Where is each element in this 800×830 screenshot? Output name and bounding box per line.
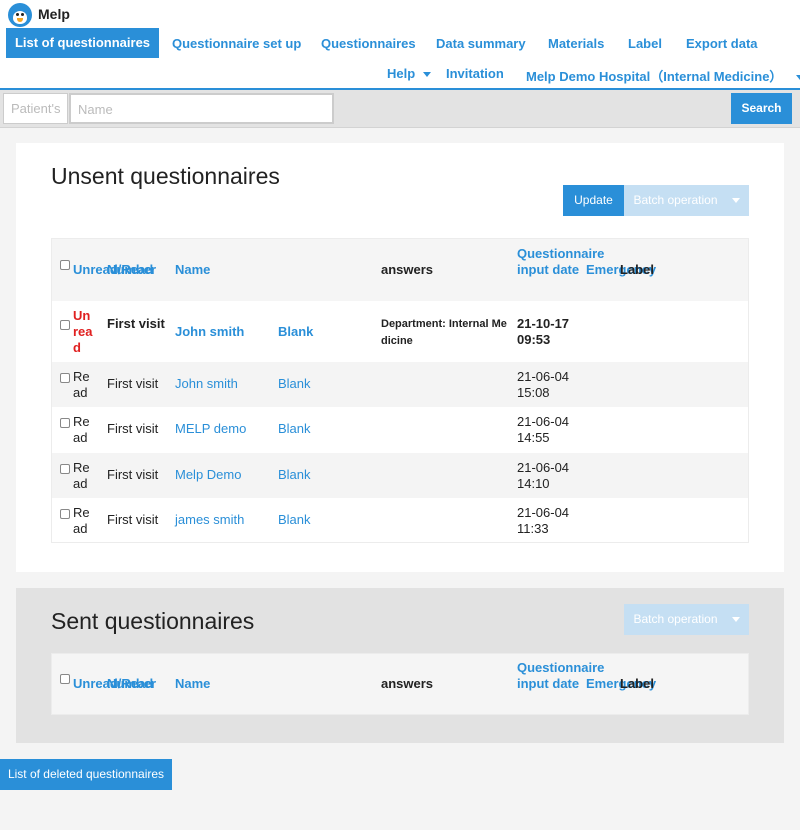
answer-link[interactable]: Blank [278,467,311,483]
caret-down-icon [731,617,740,623]
col-number[interactable]: Number [107,676,156,692]
row-checkbox[interactable] [60,464,70,474]
unsent-questionnaires-card: Unsent questionnaires Update Batch opera… [16,143,784,572]
caret-down-icon [731,198,740,204]
input-time: 11:33 [517,521,549,536]
col-answers: answers [381,262,434,277]
visit-type: First visit [107,316,165,331]
search-button[interactable]: Search [731,93,792,124]
batch-operation-label: Batch operation [633,612,718,626]
nav-materials[interactable]: Materials [548,36,604,51]
table-row[interactable]: Read First visit Melp Demo Blank 21-06-0… [52,453,748,498]
visit-type: First visit [107,421,159,436]
patient-name-link[interactable]: Melp Demo [175,467,241,483]
select-all-checkbox[interactable] [60,260,70,270]
table-header: Unread/Read Number Name answers Question… [52,654,748,714]
nav-help-dropdown[interactable]: Help [387,66,432,81]
patient-name-link[interactable]: james smith [175,512,244,528]
input-date: 21-06-04 [517,460,570,475]
nav-help-label: Help [387,66,416,81]
nav-data-summary[interactable]: Data summary [436,36,526,51]
nav-questionnaire-set-up[interactable]: Questionnaire set up [172,36,301,51]
top-navbar: Melp List of questionnaires Questionnair… [0,0,800,90]
visit-type: First visit [107,512,159,527]
answer-link[interactable]: Blank [278,324,313,340]
nav-invitation[interactable]: Invitation [446,66,504,81]
input-date: 21-06-04 [517,369,570,384]
row-checkbox[interactable] [60,373,70,383]
col-answers: answers [381,676,434,691]
answer-link[interactable]: Blank [278,512,311,528]
input-date: 21-06-04 [517,414,570,429]
table-row[interactable]: Read First visit MELP demo Blank 21-06-0… [52,407,748,453]
input-date: 21-10-17 [517,316,570,331]
update-button[interactable]: Update [563,185,624,216]
visit-type: First visit [107,467,159,482]
status-unread: Unread [73,308,93,355]
select-all-checkbox[interactable] [60,674,70,684]
input-time: 15:08 [517,385,550,400]
nav-hospital-dropdown[interactable]: Melp Demo Hospital（Internal Medicine） [526,66,800,85]
sent-title: Sent questionnaires [51,608,255,634]
patient-name-input[interactable]: Name [69,93,334,124]
sent-batch-operation-button[interactable]: Batch operation [624,604,749,635]
nav-export-data[interactable]: Export data [686,36,758,51]
caret-down-icon [423,72,432,78]
app-title: Melp [38,6,70,22]
col-name[interactable]: Name [175,262,210,278]
col-number[interactable]: Number [107,262,156,278]
status-read: Read [73,505,90,536]
unsent-title: Unsent questionnaires [51,163,280,189]
row-checkbox[interactable] [60,418,70,428]
row-checkbox[interactable] [60,509,70,519]
search-bar: Patient's Name Search [0,90,800,128]
input-time: 14:10 [517,476,550,491]
col-label: Label [620,676,654,691]
table-row[interactable]: Read First visit james smith Blank 21-06… [52,498,748,543]
patient-id-input[interactable]: Patient's [3,93,68,124]
input-time: 09:53 [517,332,551,347]
department-text: Department: Internal Medicine [381,318,507,347]
table-row[interactable]: Read First visit John smith Blank 21-06-… [52,362,748,407]
answer-link[interactable]: Blank [278,376,311,392]
col-name[interactable]: Name [175,676,210,692]
batch-operation-label: Batch operation [633,193,718,207]
status-read: Read [73,460,90,491]
nav-questionnaires[interactable]: Questionnaires [321,36,416,51]
patient-name-link[interactable]: John smith [175,324,244,340]
row-checkbox[interactable] [60,320,70,330]
answer-link[interactable]: Blank [278,421,311,437]
input-date: 21-06-04 [517,505,570,520]
nav-list-of-questionnaires[interactable]: List of questionnaires [6,28,159,58]
hospital-label: Melp Demo Hospital（Internal Medicine） [526,69,783,84]
patient-name-link[interactable]: MELP demo [175,421,246,437]
visit-type: First visit [107,376,159,391]
status-read: Read [73,414,90,445]
deleted-questionnaires-button[interactable]: List of deleted questionnaires [0,759,172,790]
status-read: Read [73,369,90,400]
penguin-logo-icon [8,3,32,27]
sent-questionnaires-card: Sent questionnaires Batch operation Unre… [16,588,784,743]
table-header: Unread/Read Number Name answers Question… [52,239,748,301]
unsent-table: Unread/Read Number Name answers Question… [51,238,749,543]
sent-table: Unread/Read Number Name answers Question… [51,653,749,715]
batch-operation-button[interactable]: Batch operation [624,185,749,216]
input-time: 14:55 [517,430,550,445]
table-row[interactable]: Unread First visit John smith Blank Depa… [52,301,748,362]
nav-label[interactable]: Label [628,36,662,51]
patient-name-link[interactable]: John smith [175,376,238,392]
caret-down-icon [796,75,800,81]
col-label: Label [620,262,654,277]
